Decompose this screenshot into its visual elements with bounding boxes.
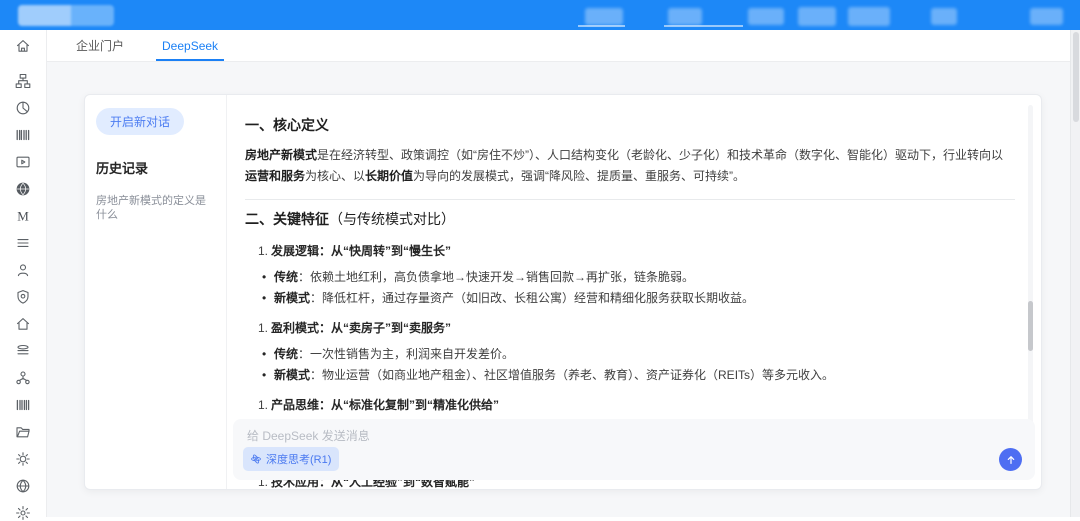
folder-icon[interactable] bbox=[15, 424, 31, 440]
chat-side-panel: 开启新对话 历史记录 房地产新模式的定义是什么 bbox=[85, 95, 227, 489]
shield-icon[interactable] bbox=[15, 289, 31, 305]
deep-think-label: 深度思考(R1) bbox=[266, 451, 331, 467]
main-area: 开启新对话 历史记录 房地产新模式的定义是什么 一、核心定义房地产新模式是在经济… bbox=[47, 62, 1070, 517]
answer-scrollbar-thumb[interactable] bbox=[1028, 301, 1033, 351]
page-scrollbar-thumb[interactable] bbox=[1073, 32, 1079, 122]
barcode-icon[interactable] bbox=[15, 127, 31, 143]
blurred-nav-item[interactable] bbox=[1030, 8, 1063, 25]
pie-chart-icon[interactable] bbox=[15, 100, 31, 116]
list-icon[interactable] bbox=[15, 235, 31, 251]
answer-paragraph: 房地产新模式是在经济转型、政策调控（如“房住不炒”）、人口结构变化（老龄化、少子… bbox=[245, 145, 1015, 187]
user-icon[interactable] bbox=[15, 262, 31, 278]
tab-bar: 企业门户 DeepSeek bbox=[47, 30, 1070, 62]
answer-bullet: 新模式：物业运营（如商业地产租金）、社区增值服务（养老、教育）、资产证券化（RE… bbox=[274, 367, 1015, 383]
deep-think-button[interactable]: 深度思考(R1) bbox=[243, 447, 339, 471]
history-item[interactable]: 房地产新模式的定义是什么 bbox=[96, 194, 215, 222]
barcode-alt-icon[interactable] bbox=[15, 397, 31, 413]
answer-bullet-group: 传统：一次性销售为主，利润来自开发差价。新模式：物业运营（如商业地产租金）、社区… bbox=[245, 346, 1015, 383]
nav-active-underline bbox=[578, 25, 625, 27]
nav-active-underline bbox=[664, 25, 743, 27]
chat-main: 一、核心定义房地产新模式是在经济转型、政策调控（如“房住不炒”）、人口结构变化（… bbox=[227, 95, 1041, 489]
rail-icons: M bbox=[0, 62, 46, 521]
network-icon[interactable] bbox=[15, 370, 31, 386]
topbar bbox=[0, 0, 1080, 30]
settings-icon[interactable] bbox=[15, 505, 31, 521]
blurred-nav-item[interactable] bbox=[798, 7, 836, 26]
page-scrollbar[interactable] bbox=[1070, 30, 1080, 517]
history-title: 历史记录 bbox=[96, 158, 215, 177]
deepseek-card: 开启新对话 历史记录 房地产新模式的定义是什么 一、核心定义房地产新模式是在经济… bbox=[84, 94, 1042, 490]
blurred-nav-item[interactable] bbox=[585, 8, 623, 25]
answer-list-item-title: 1.发展逻辑：从“快周转”到“慢生长” bbox=[258, 242, 1015, 259]
blurred-nav-item[interactable] bbox=[748, 8, 784, 25]
tab-enterprise-portal[interactable]: 企业门户 bbox=[57, 30, 143, 61]
composer: 深度思考(R1) bbox=[233, 419, 1035, 480]
letter-m-icon[interactable]: M bbox=[15, 208, 31, 224]
svg-text:M: M bbox=[17, 209, 29, 224]
blurred-nav-item[interactable] bbox=[848, 7, 890, 26]
flower-icon[interactable] bbox=[15, 451, 31, 467]
stack-icon[interactable] bbox=[15, 343, 31, 359]
app-logo[interactable] bbox=[18, 5, 114, 26]
media-icon[interactable] bbox=[15, 154, 31, 170]
answer-bullet: 新模式：降低杠杆，通过存量资产（如旧改、长租公寓）经营和精细化服务获取长期收益。 bbox=[274, 290, 1015, 306]
message-input[interactable] bbox=[245, 427, 985, 445]
home-icon[interactable] bbox=[0, 30, 46, 62]
blurred-nav-item[interactable] bbox=[931, 8, 957, 25]
answer-section-heading: 一、核心定义 bbox=[245, 115, 1015, 135]
answer-bullet: 传统：一次性销售为主，利润来自开发差价。 bbox=[274, 346, 1015, 362]
answer-list-item-title: 1.盈利模式：从“卖房子”到“卖服务” bbox=[258, 319, 1015, 336]
globe-icon[interactable] bbox=[15, 478, 31, 494]
answer-section-heading: 二、关键特征（与传统模式对比） bbox=[245, 209, 1015, 229]
sitemap-icon[interactable] bbox=[15, 73, 31, 89]
answer-bullet-group: 传统：依赖土地红利，高负债拿地→快速开发→销售回款→再扩张，链条脆弱。新模式：降… bbox=[245, 269, 1015, 306]
section-divider bbox=[245, 199, 1015, 200]
new-chat-button[interactable]: 开启新对话 bbox=[96, 108, 184, 135]
arrow-up-icon bbox=[1005, 454, 1017, 466]
deep-think-icon bbox=[250, 453, 262, 465]
left-rail: M bbox=[0, 30, 47, 517]
home-alt-icon[interactable] bbox=[15, 316, 31, 332]
answer-list-item-title: 1.产品思维：从“标准化复制”到“精准化供给” bbox=[258, 396, 1015, 413]
globe-dark-icon[interactable] bbox=[15, 181, 31, 197]
tab-deepseek[interactable]: DeepSeek bbox=[143, 30, 237, 61]
answer-bullet: 传统：依赖土地红利，高负债拿地→快速开发→销售回款→再扩张，链条脆弱。 bbox=[274, 269, 1015, 285]
blurred-nav-item[interactable] bbox=[668, 8, 702, 25]
send-button[interactable] bbox=[999, 448, 1022, 471]
